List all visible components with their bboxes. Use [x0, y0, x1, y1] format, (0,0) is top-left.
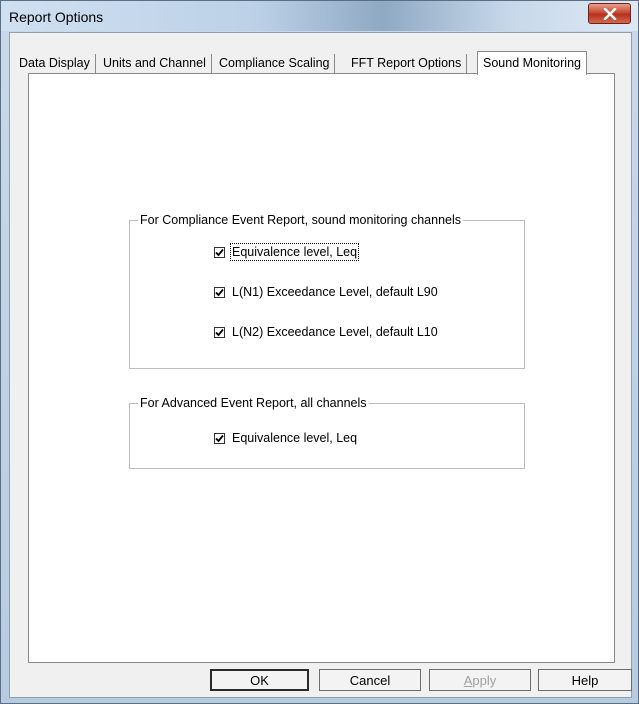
cancel-button-label: Cancel [349, 672, 391, 688]
checkmark-icon [215, 434, 224, 442]
close-x-icon [603, 7, 616, 20]
tab-label: Units and Channel [103, 56, 206, 70]
help-button[interactable]: Help [538, 669, 632, 691]
compliance-leq-checkbox[interactable] [214, 246, 225, 258]
tab-label: Compliance Scaling [219, 56, 330, 70]
apply-button-label: Apply [463, 672, 497, 688]
compliance-ln1-checkbox[interactable] [214, 286, 225, 298]
help-button-label: Help [571, 672, 599, 688]
advanced-leq-option[interactable]: Equivalence level, Leq [214, 431, 357, 445]
tab-fft-report-options[interactable]: FFT Report Options [346, 54, 468, 74]
title-bar[interactable]: Report Options [1, 1, 638, 31]
dialog-button-row: OK Cancel Apply Help [10, 663, 632, 697]
compliance-ln1-option[interactable]: L(N1) Exceedance Level, default L90 [214, 285, 438, 299]
advanced-leq-label: Equivalence level, Leq [232, 431, 358, 445]
tab-data-display[interactable]: Data Display [14, 54, 96, 74]
dialog-client-area: Data Display Units and Channel Complianc… [9, 32, 632, 698]
compliance-ln2-checkbox[interactable] [214, 326, 225, 338]
tab-label: Sound Monitoring [483, 56, 581, 70]
advanced-leq-checkbox[interactable] [214, 432, 225, 444]
tab-label: FFT Report Options [351, 56, 462, 70]
advanced-group-legend: For Advanced Event Report, all channels [138, 396, 369, 410]
tab-compliance-scaling[interactable]: Compliance Scaling [214, 54, 336, 74]
advanced-group-box: For Advanced Event Report, all channels … [129, 396, 525, 469]
tab-units-and-channel[interactable]: Units and Channel [98, 54, 212, 74]
window-title: Report Options [9, 9, 104, 25]
compliance-group-legend: For Compliance Event Report, sound monit… [138, 213, 464, 227]
close-button[interactable] [588, 3, 631, 24]
checkmark-icon [215, 248, 224, 256]
ok-button[interactable]: OK [210, 669, 309, 691]
tab-sound-monitoring[interactable]: Sound Monitoring [477, 51, 587, 75]
ok-button-label: OK [250, 672, 269, 688]
compliance-ln2-option[interactable]: L(N2) Exceedance Level, default L10 [214, 325, 438, 339]
tab-panel-sound-monitoring: For Compliance Event Report, sound monit… [28, 73, 615, 663]
report-options-dialog: Report Options Data Display Units and Ch… [0, 0, 639, 704]
apply-button[interactable]: Apply [429, 669, 531, 691]
cancel-button[interactable]: Cancel [319, 669, 421, 691]
compliance-ln2-label: L(N2) Exceedance Level, default L10 [232, 325, 438, 339]
tab-strip: Data Display Units and Channel Complianc… [10, 33, 631, 75]
tab-label: Data Display [19, 56, 90, 70]
compliance-leq-label: Equivalence level, Leq [229, 243, 360, 261]
compliance-ln1-label: L(N1) Exceedance Level, default L90 [232, 285, 438, 299]
compliance-leq-option[interactable]: Equivalence level, Leq [214, 243, 360, 261]
checkmark-icon [215, 328, 224, 336]
compliance-group-box: For Compliance Event Report, sound monit… [129, 213, 525, 369]
checkmark-icon [215, 288, 224, 296]
